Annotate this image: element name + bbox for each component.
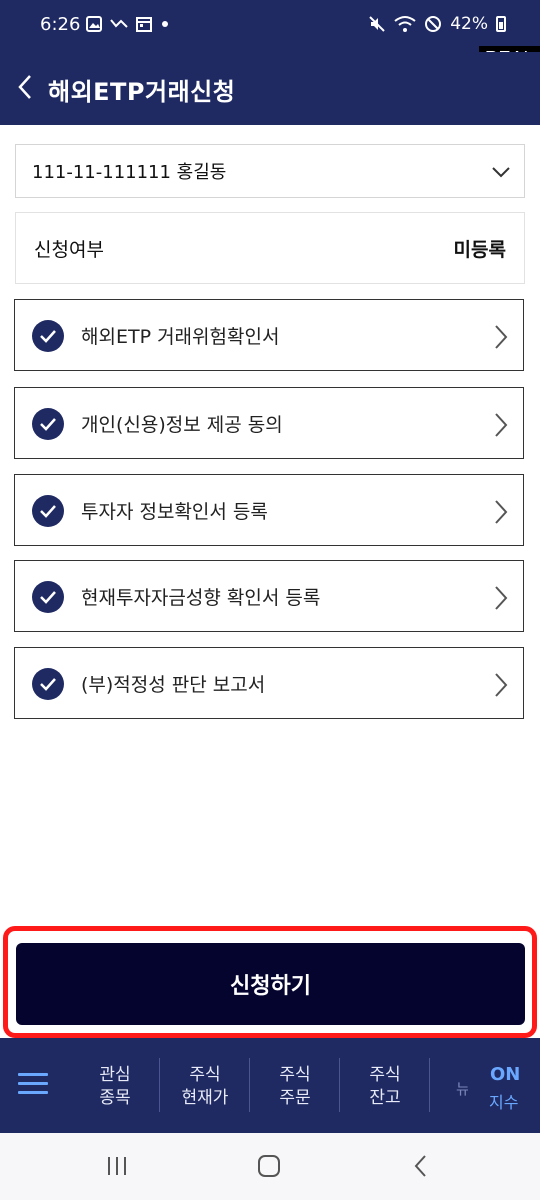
status-icons-right: 42% xyxy=(368,14,506,34)
nav-stock-order[interactable]: 주식 주문 xyxy=(250,1060,340,1114)
nav-item-partial[interactable]: 뉴 xyxy=(456,1078,468,1099)
checklist-item-investment-propensity[interactable]: 현재투자자금성향 확인서 등록 xyxy=(14,560,524,632)
recent-apps-icon[interactable] xyxy=(104,1153,130,1179)
home-icon[interactable] xyxy=(256,1153,282,1179)
checklist-item-investor-info[interactable]: 투자자 정보확인서 등록 xyxy=(14,474,524,546)
nav-label-line2: 잔고 xyxy=(369,1088,401,1108)
back-icon[interactable] xyxy=(408,1153,434,1179)
check-circle-icon xyxy=(32,668,64,700)
chevron-left-icon xyxy=(18,75,31,99)
chevron-right-icon xyxy=(495,325,508,349)
chevron-right-icon xyxy=(495,500,508,524)
status-time: 6:26 xyxy=(40,14,81,35)
battery-icon xyxy=(496,16,506,32)
checklist-item-label: 개인(신용)정보 제공 동의 xyxy=(81,414,283,436)
application-status-row: 신청여부 미등록 xyxy=(15,212,525,284)
checklist-item-label: 투자자 정보확인서 등록 xyxy=(81,501,268,523)
back-button[interactable] xyxy=(10,70,40,104)
nav-divider xyxy=(429,1058,430,1112)
bottom-nav: 관심 종목 주식 현재가 주식 주문 주식 잔고 뉴 ON 지수 xyxy=(0,1038,540,1133)
check-circle-icon xyxy=(32,495,64,527)
chevron-right-icon xyxy=(495,586,508,610)
nav-label-line2: 종목 xyxy=(99,1088,131,1108)
missed-call-icon xyxy=(110,19,128,28)
nav-watchlist[interactable]: 관심 종목 xyxy=(70,1060,160,1114)
check-circle-icon xyxy=(32,408,64,440)
nav-label-line1: 관심 xyxy=(99,1065,131,1085)
image-icon xyxy=(86,16,102,32)
index-label[interactable]: 지수 xyxy=(489,1089,518,1113)
calendar-icon xyxy=(136,17,152,32)
nav-label-line2: 현재가 xyxy=(181,1088,229,1108)
page-title: 해외ETP거래신청 xyxy=(48,78,236,106)
nav-stock-balance[interactable]: 주식 잔고 xyxy=(340,1060,430,1114)
status-bar: 6:26 42% xyxy=(0,0,540,52)
check-circle-icon xyxy=(32,581,64,613)
status-label: 신청여부 xyxy=(34,238,104,261)
dot-icon xyxy=(162,21,168,27)
status-value: 미등록 xyxy=(453,238,506,261)
nav-label-line2: 주문 xyxy=(279,1088,311,1108)
checklist-item-personal-info-consent[interactable]: 개인(신용)정보 제공 동의 xyxy=(14,387,524,459)
chevron-right-icon xyxy=(495,413,508,437)
checklist-item-suitability-report[interactable]: (부)적정성 판단 보고서 xyxy=(14,647,524,719)
chevron-right-icon xyxy=(495,673,508,697)
system-nav xyxy=(0,1133,540,1200)
chevron-down-icon xyxy=(492,167,510,178)
checklist-item-label: 해외ETP 거래위험확인서 xyxy=(81,326,280,348)
wifi-icon xyxy=(394,16,416,32)
index-on-toggle[interactable]: ON xyxy=(490,1064,520,1085)
account-value: 111-11-111111 홍길동 xyxy=(32,162,227,183)
hamburger-menu-icon[interactable] xyxy=(18,1073,48,1097)
mute-icon xyxy=(369,16,385,32)
checklist-item-label: (부)적정성 판단 보고서 xyxy=(81,674,266,696)
check-circle-icon xyxy=(32,320,64,352)
checklist-item-risk-confirmation[interactable]: 해외ETP 거래위험확인서 xyxy=(14,299,524,371)
app-header: 해외ETP거래신청 xyxy=(0,52,540,125)
battery-percent: 42% xyxy=(450,14,488,34)
nav-label-line1: 주식 xyxy=(189,1065,221,1085)
nav-stock-price[interactable]: 주식 현재가 xyxy=(160,1060,250,1114)
apply-button[interactable]: 신청하기 xyxy=(16,943,525,1025)
nav-label-line1: 주식 xyxy=(369,1065,401,1085)
checklist-item-label: 현재투자자금성향 확인서 등록 xyxy=(81,587,321,609)
do-not-disturb-icon xyxy=(425,16,442,32)
account-select[interactable]: 111-11-111111 홍길동 xyxy=(15,144,525,198)
status-icons-left xyxy=(86,16,170,32)
nav-label-line1: 주식 xyxy=(279,1065,311,1085)
